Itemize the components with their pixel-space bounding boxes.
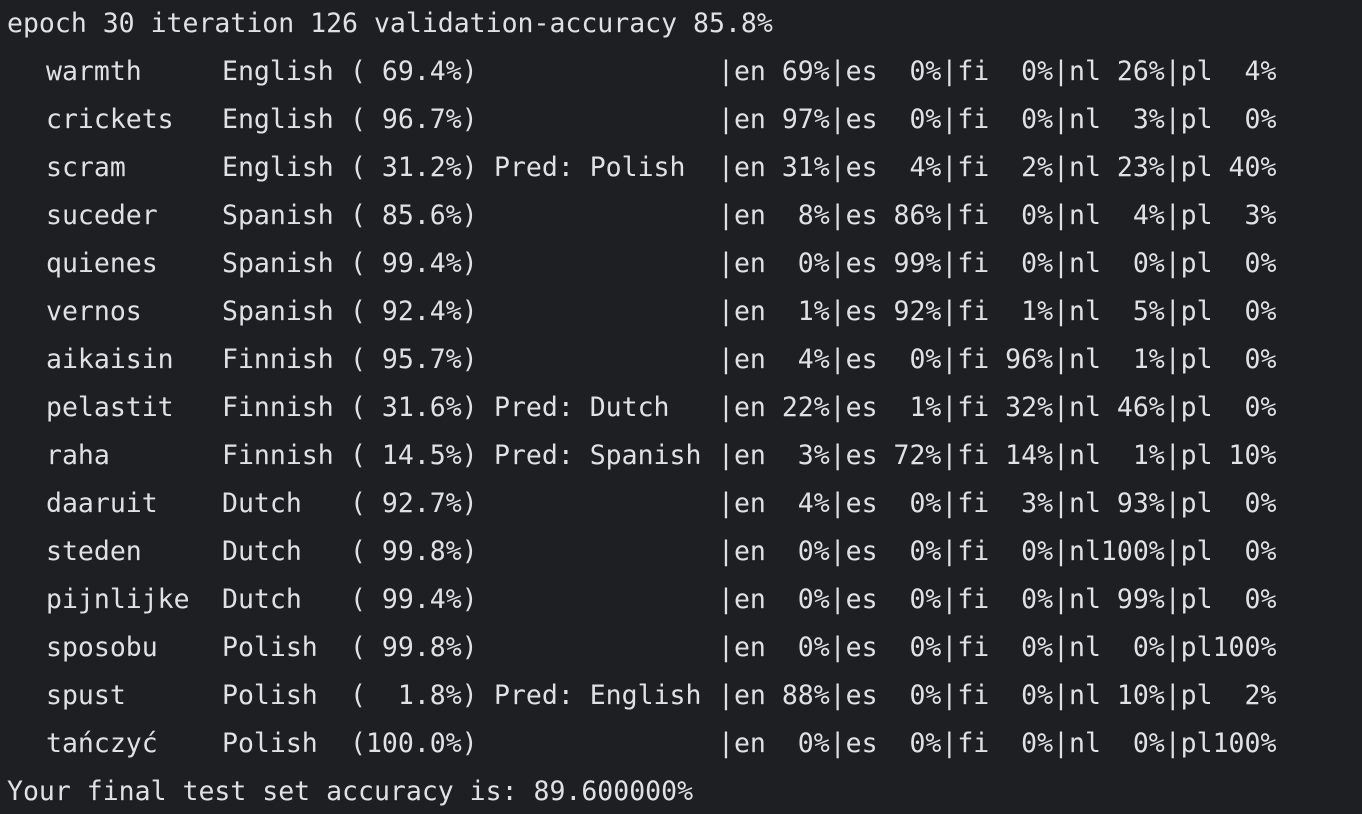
row-language: Spanish [222,248,334,279]
row-word: spust [46,680,126,711]
row-probabilities: |en 0%|es 0%|fi 0%|nl100%|pl 0% [718,536,1277,567]
row-confidence: ( 99.4%) [350,584,478,615]
row-confidence: ( 99.8%) [350,536,478,567]
row-word: tańczyć [46,728,158,759]
row-probabilities: |en 1%|es 92%|fi 1%|nl 5%|pl 0% [718,296,1277,327]
row-word: suceder [46,200,158,231]
row-language: Polish [222,680,318,711]
result-row: suceder Spanish ( 85.6%) |en 8%|es 86%|fi 0… [7,194,1362,242]
result-row: crickets English ( 96.7%) |en 97%|es 0%|fi … [7,98,1362,146]
row-word: crickets [46,104,174,135]
row-word: steden [46,536,142,567]
row-language: Dutch [222,488,302,519]
row-language: Dutch [222,584,302,615]
row-probabilities: |en 4%|es 0%|fi 96%|nl 1%|pl 0% [718,344,1277,375]
result-row: raha Finnish ( 14.5%) Pred: Spanish |en 3%|e… [7,434,1362,482]
row-probabilities: |en 8%|es 86%|fi 0%|nl 4%|pl 3% [718,200,1277,231]
row-probabilities: |en 22%|es 1%|fi 32%|nl 46%|pl 0% [718,392,1277,423]
terminal-output[interactable]: epoch 30 iteration 126 validation-accura… [0,0,1362,814]
row-confidence: ( 99.4%) [350,248,478,279]
header-line: epoch 30 iteration 126 validation-accura… [7,8,773,39]
row-confidence: ( 96.7%) [350,104,478,135]
row-word: scram [46,152,126,183]
row-prediction: Pred: English [494,680,702,711]
row-word: sposobu [46,632,158,663]
row-probabilities: |en 97%|es 0%|fi 0%|nl 3%|pl 0% [718,104,1277,135]
row-confidence: ( 95.7%) [350,344,478,375]
row-confidence: ( 31.2%) [350,152,478,183]
result-row: pijnlijke Dutch ( 99.4%) |en 0%|es 0%|fi 0%… [7,578,1362,626]
row-language: Finnish [222,392,334,423]
row-word: daaruit [46,488,158,519]
row-language: Polish [222,632,318,663]
row-word: warmth [46,56,142,87]
row-prediction: Pred: Polish [494,152,686,183]
result-row: scram English ( 31.2%) Pred: Polish |en 31%|… [7,146,1362,194]
row-language: Polish [222,728,318,759]
row-language: English [222,152,334,183]
results-list: warmth English ( 69.4%) |en 69%|es 0%|fi 0%… [7,50,1362,770]
row-language: Spanish [222,200,334,231]
row-probabilities: |en 3%|es 72%|fi 14%|nl 1%|pl 10% [718,440,1277,471]
result-row: warmth English ( 69.4%) |en 69%|es 0%|fi 0%… [7,50,1362,98]
row-confidence: ( 92.7%) [350,488,478,519]
row-confidence: ( 92.4%) [350,296,478,327]
row-word: aikaisin [46,344,174,375]
row-word: vernos [46,296,142,327]
row-probabilities: |en 0%|es 0%|fi 0%|nl 0%|pl100% [718,632,1277,663]
result-row: tańczyć Polish (100.0%) |en 0%|es 0%|fi 0%|… [7,722,1362,770]
row-confidence: ( 99.8%) [350,632,478,663]
row-confidence: ( 1.8%) [350,680,478,711]
result-row: spust Polish ( 1.8%) Pred: English |en 88%|e… [7,674,1362,722]
row-probabilities: |en 88%|es 0%|fi 0%|nl 10%|pl 2% [718,680,1277,711]
result-row: vernos Spanish ( 92.4%) |en 1%|es 92%|fi 1%… [7,290,1362,338]
row-probabilities: |en 69%|es 0%|fi 0%|nl 26%|pl 4% [718,56,1277,87]
row-probabilities: |en 0%|es 0%|fi 0%|nl 99%|pl 0% [718,584,1277,615]
row-language: Spanish [222,296,334,327]
row-language: Finnish [222,344,334,375]
result-row: pelastit Finnish ( 31.6%) Pred: Dutch |en 22… [7,386,1362,434]
row-language: English [222,56,334,87]
row-confidence: ( 69.4%) [350,56,478,87]
row-confidence: ( 31.6%) [350,392,478,423]
footer-line: Your final test set accuracy is: 89.6000… [7,776,694,807]
row-probabilities: |en 4%|es 0%|fi 3%|nl 93%|pl 0% [718,488,1277,519]
row-probabilities: |en 0%|es 0%|fi 0%|nl 0%|pl100% [718,728,1277,759]
row-probabilities: |en 0%|es 99%|fi 0%|nl 0%|pl 0% [718,248,1277,279]
row-confidence: ( 85.6%) [350,200,478,231]
row-probabilities: |en 31%|es 4%|fi 2%|nl 23%|pl 40% [718,152,1277,183]
row-word: pelastit [46,392,174,423]
row-word: pijnlijke [46,584,190,615]
result-row: daaruit Dutch ( 92.7%) |en 4%|es 0%|fi 3%|n… [7,482,1362,530]
row-word: raha [46,440,110,471]
result-row: steden Dutch ( 99.8%) |en 0%|es 0%|fi 0%|nl… [7,530,1362,578]
row-confidence: ( 14.5%) [350,440,478,471]
result-row: aikaisin Finnish ( 95.7%) |en 4%|es 0%|fi 9… [7,338,1362,386]
row-language: English [222,104,334,135]
row-confidence: (100.0%) [350,728,478,759]
row-prediction: Pred: Spanish [494,440,702,471]
result-row: sposobu Polish ( 99.8%) |en 0%|es 0%|fi 0%|… [7,626,1362,674]
row-prediction: Pred: Dutch [494,392,670,423]
row-word: quienes [46,248,158,279]
row-language: Dutch [222,536,302,567]
result-row: quienes Spanish ( 99.4%) |en 0%|es 99%|fi 0… [7,242,1362,290]
row-language: Finnish [222,440,334,471]
